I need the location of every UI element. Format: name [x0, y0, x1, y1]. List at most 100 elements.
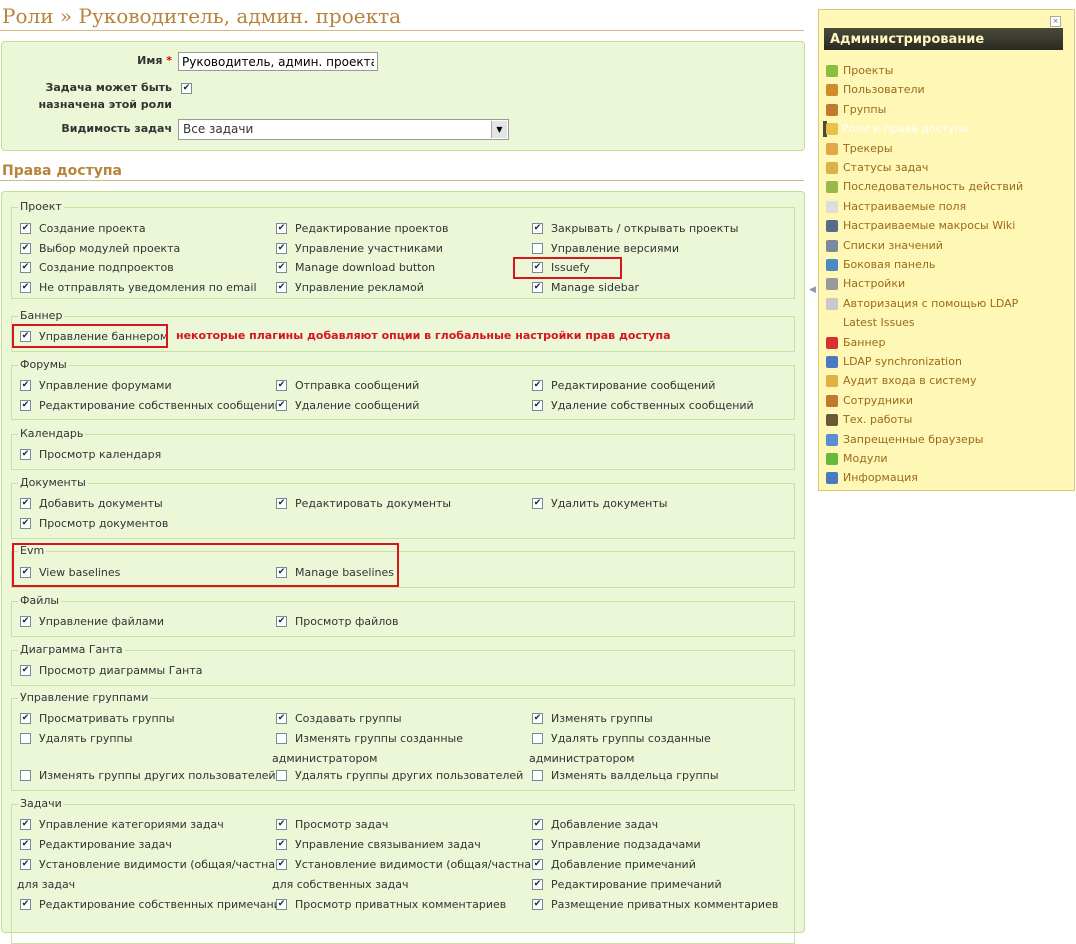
permission-checkbox[interactable]	[20, 498, 31, 509]
title-divider	[0, 30, 804, 31]
gear-icon	[826, 278, 838, 290]
sidebar-item-label: Баннер	[843, 336, 886, 349]
fieldset-legend: Управление группами	[18, 691, 151, 704]
tracker-icon	[826, 143, 838, 155]
permission-checkbox[interactable]	[532, 223, 543, 234]
role-name-input[interactable]	[178, 52, 378, 71]
workflow-icon	[826, 181, 838, 193]
assignable-label-line2: назначена этой роли	[38, 98, 173, 111]
permission-checkbox[interactable]	[20, 859, 31, 870]
sidebar-item-label: Аудит входа в систему	[843, 374, 977, 387]
highlight-box	[513, 257, 622, 279]
assignable-checkbox[interactable]	[181, 83, 192, 94]
key-icon	[826, 123, 838, 135]
sidebar-item-label: Проекты	[843, 64, 894, 77]
fieldset-legend: Проект	[18, 200, 64, 213]
sidebar-item-label: Модули	[843, 452, 888, 465]
permission-checkbox[interactable]	[532, 899, 543, 910]
permission-checkbox[interactable]	[276, 770, 287, 781]
permission-checkbox[interactable]	[20, 770, 31, 781]
highlight-box	[12, 543, 399, 587]
permission-checkbox[interactable]	[20, 223, 31, 234]
permission-checkbox[interactable]	[20, 449, 31, 460]
permission-checkbox[interactable]	[276, 262, 287, 273]
sidebar-item-label: Настройки	[843, 277, 906, 290]
fieldset-legend: Файлы	[18, 594, 62, 607]
permission-checkbox[interactable]	[532, 400, 543, 411]
permission-checkbox[interactable]	[20, 400, 31, 411]
sidebar-item-label: Трекеры	[843, 142, 893, 155]
permission-checkbox[interactable]	[532, 380, 543, 391]
sidebar-item-label: Боковая панель	[843, 258, 936, 271]
permission-checkbox[interactable]	[20, 243, 31, 254]
permission-checkbox[interactable]	[20, 899, 31, 910]
sidebar-item-label: Роли и права доступа	[842, 122, 969, 135]
visibility-label: Видимость задач	[61, 122, 172, 135]
banner-icon	[826, 337, 838, 349]
globe-icon	[826, 434, 838, 446]
fieldset-legend: Документы	[18, 476, 88, 489]
permission-checkbox[interactable]	[20, 616, 31, 627]
sidebar-item-label: Информация	[843, 471, 918, 484]
highlight-box	[12, 324, 168, 348]
sidebar-item-label: Сотрудники	[843, 394, 914, 407]
permission-checkbox[interactable]	[276, 223, 287, 234]
sidebar-item-label: Списки значений	[843, 239, 943, 252]
permission-checkbox[interactable]	[532, 819, 543, 830]
permission-checkbox[interactable]	[20, 262, 31, 273]
permission-checkbox[interactable]	[20, 518, 31, 529]
fieldset-documents: Документы	[11, 476, 795, 539]
permission-checkbox[interactable]	[276, 713, 287, 724]
permission-checkbox[interactable]	[20, 665, 31, 676]
permission-checkbox[interactable]	[532, 839, 543, 850]
permission-checkbox[interactable]	[532, 770, 543, 781]
permission-checkbox[interactable]	[20, 819, 31, 830]
sidebar-item-label: Группы	[843, 103, 887, 116]
permission-checkbox[interactable]	[276, 616, 287, 627]
permission-checkbox[interactable]	[276, 243, 287, 254]
permission-checkbox[interactable]	[276, 859, 287, 870]
sidebar-toggle-icon[interactable]: ◀	[809, 282, 816, 298]
sidebar-item[interactable]: Роли и права доступа	[823, 121, 969, 137]
permission-checkbox[interactable]	[532, 498, 543, 509]
permission-checkbox[interactable]	[276, 498, 287, 509]
sidebar-title: Администрирование	[824, 28, 1063, 50]
required-mark: *	[166, 54, 172, 67]
permission-checkbox[interactable]	[276, 819, 287, 830]
permission-checkbox[interactable]	[276, 282, 287, 293]
page-title: Роли » Руководитель, админ. проекта	[2, 4, 402, 28]
info-icon	[826, 472, 838, 484]
chevron-down-icon[interactable]: ▼	[491, 121, 507, 138]
plugin-icon	[826, 453, 838, 465]
permission-checkbox[interactable]	[20, 839, 31, 850]
permission-checkbox[interactable]	[532, 733, 543, 744]
permissions-heading: Права доступа	[2, 163, 122, 179]
permission-checkbox[interactable]	[532, 879, 543, 890]
projects-icon	[826, 65, 838, 77]
fieldset-legend: Форумы	[18, 358, 69, 371]
permission-checkbox[interactable]	[20, 282, 31, 293]
permission-checkbox[interactable]	[532, 282, 543, 293]
permission-checkbox[interactable]	[532, 713, 543, 724]
permission-checkbox[interactable]	[20, 733, 31, 744]
permission-checkbox[interactable]	[276, 733, 287, 744]
fieldset-legend: Задачи	[18, 797, 64, 810]
permission-checkbox[interactable]	[20, 380, 31, 391]
permission-label-continued: администратором	[272, 752, 378, 765]
permission-label-continued: для собственных задач	[272, 878, 409, 891]
issues-visibility-select[interactable]: Все задачи ▼	[178, 119, 509, 140]
permission-checkbox[interactable]	[276, 899, 287, 910]
permission-checkbox[interactable]	[276, 400, 287, 411]
permissions-divider	[0, 180, 804, 181]
permission-checkbox[interactable]	[276, 380, 287, 391]
permission-checkbox[interactable]	[532, 243, 543, 254]
close-icon[interactable]: ×	[1050, 16, 1061, 27]
permission-checkbox[interactable]	[20, 713, 31, 724]
permission-checkbox[interactable]	[276, 839, 287, 850]
sidebar-item-label: Авторизация с помощью LDAP	[843, 297, 1019, 310]
assignable-label-line1: Задача может быть	[45, 81, 172, 94]
permission-checkbox[interactable]	[532, 859, 543, 870]
sidebar-item-label: Последовательность действий	[843, 180, 1024, 193]
fieldset-legend: Баннер	[18, 309, 65, 322]
audit-icon	[826, 375, 838, 387]
